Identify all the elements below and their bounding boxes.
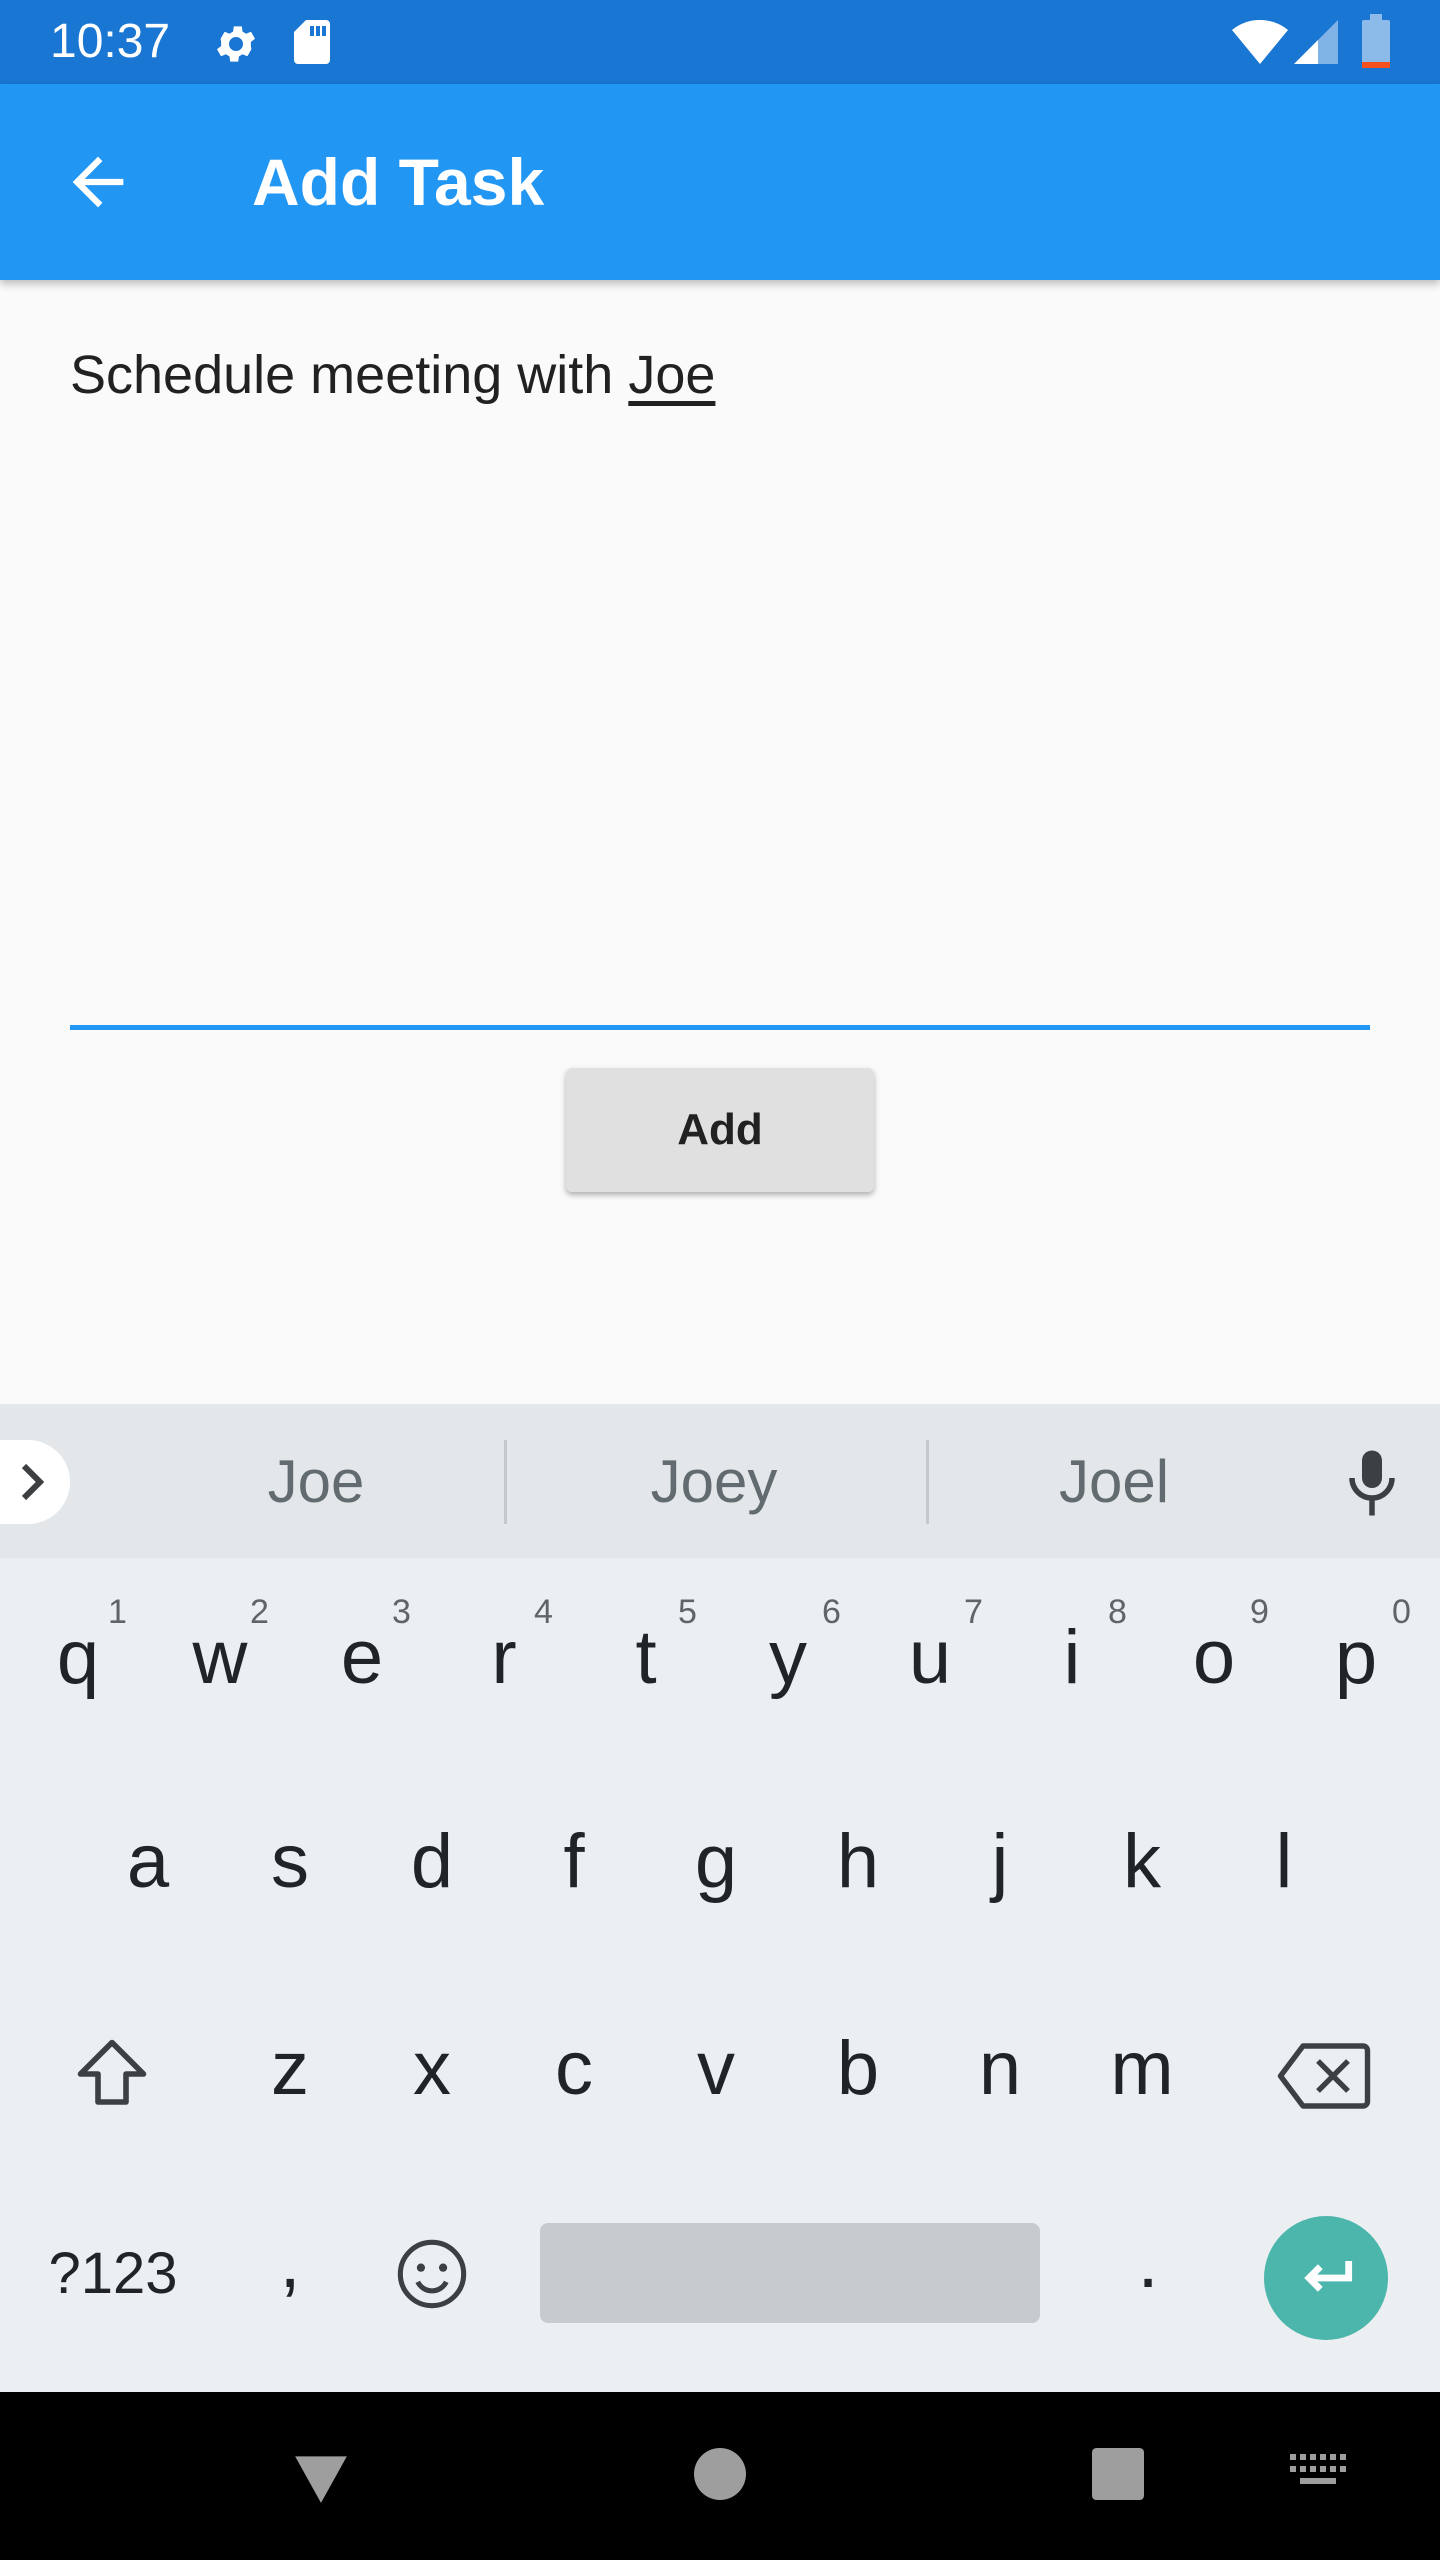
enter-arrow-icon — [1304, 2261, 1353, 2292]
enter-button[interactable] — [1264, 2216, 1388, 2340]
key-c[interactable]: c — [504, 2019, 644, 2119]
back-arrow-icon[interactable] — [60, 144, 136, 220]
suggestion-divider — [926, 1440, 929, 1524]
wifi-icon — [1232, 20, 1288, 64]
suggestion-strip: Joe Joey Joel — [0, 1404, 1440, 1558]
status-time: 10:37 — [50, 15, 171, 68]
key-a[interactable]: a — [78, 1812, 218, 1912]
key-b[interactable]: b — [788, 2019, 928, 2119]
cell-signal-icon — [1294, 20, 1338, 64]
suggestion-3[interactable]: Joel — [994, 1444, 1234, 1520]
key-period[interactable]: . — [1078, 2212, 1218, 2312]
task-text-prefix: Schedule meeting with — [70, 345, 629, 405]
task-text-value[interactable]: Schedule meeting with Joe — [70, 340, 715, 410]
symbols-key[interactable]: ?123 — [18, 2224, 208, 2324]
suggestion-2[interactable]: Joey — [594, 1444, 834, 1520]
key-v[interactable]: v — [646, 2019, 786, 2119]
key-hint-8: 8 — [1108, 1593, 1127, 1631]
expand-toolbar-button[interactable] — [0, 1440, 70, 1524]
key-m[interactable]: m — [1072, 2019, 1212, 2119]
navigation-bar — [0, 2392, 1440, 2560]
sd-card-icon — [294, 20, 330, 64]
shift-icon[interactable] — [70, 2032, 154, 2116]
key-d[interactable]: d — [362, 1812, 502, 1912]
key-hint-1: 1 — [108, 1593, 127, 1631]
key-g[interactable]: g — [646, 1812, 786, 1912]
key-hint-7: 7 — [964, 1593, 983, 1631]
task-text-composing-word: Joe — [628, 345, 716, 405]
chevron-right-icon — [21, 1463, 45, 1501]
key-hint-6: 6 — [822, 1593, 841, 1631]
key-j[interactable]: j — [930, 1812, 1070, 1912]
key-s[interactable]: s — [220, 1812, 360, 1912]
app-bar: Add Task — [0, 84, 1440, 280]
key-hint-5: 5 — [678, 1593, 697, 1631]
nav-recents-icon[interactable] — [1092, 2448, 1144, 2500]
battery-icon — [1362, 14, 1390, 68]
key-k[interactable]: k — [1072, 1812, 1212, 1912]
key-l[interactable]: l — [1214, 1812, 1354, 1912]
key-w[interactable]: w — [150, 1608, 290, 1708]
nav-back-icon[interactable] — [290, 2446, 352, 2508]
key-h[interactable]: h — [788, 1812, 928, 1912]
settings-icon — [217, 26, 255, 62]
soft-keyboard: Joe Joey Joel q w e r t y u i o p 1 2 3 … — [0, 1404, 1440, 2392]
key-f[interactable]: f — [504, 1812, 644, 1912]
microphone-icon[interactable] — [1340, 1448, 1404, 1518]
nav-home-icon[interactable] — [694, 2448, 746, 2500]
emoji-icon[interactable] — [394, 2236, 470, 2312]
key-hint-4: 4 — [534, 1593, 553, 1631]
key-comma[interactable]: , — [220, 2212, 360, 2312]
input-underline — [70, 1025, 1370, 1030]
key-hint-2: 2 — [250, 1593, 269, 1631]
key-e[interactable]: e — [292, 1608, 432, 1708]
key-z[interactable]: z — [220, 2019, 360, 2119]
key-x[interactable]: x — [362, 2019, 502, 2119]
task-text-input[interactable]: Schedule meeting with Joe — [70, 330, 1370, 1030]
space-bar[interactable] — [540, 2223, 1040, 2323]
status-bar: 10:37 — [0, 0, 1440, 84]
key-hint-3: 3 — [392, 1593, 411, 1631]
add-button[interactable]: Add — [566, 1068, 874, 1192]
backspace-icon[interactable] — [1276, 2040, 1372, 2112]
key-q[interactable]: q — [8, 1608, 148, 1708]
keyboard-switch-icon[interactable] — [1290, 2454, 1348, 2494]
key-r[interactable]: r — [434, 1608, 574, 1708]
page-title: Add Task — [252, 145, 545, 219]
key-n[interactable]: n — [930, 2019, 1070, 2119]
key-hint-0: 0 — [1392, 1593, 1411, 1631]
key-hint-9: 9 — [1250, 1593, 1269, 1631]
suggestion-divider — [504, 1440, 507, 1524]
suggestion-1[interactable]: Joe — [196, 1444, 436, 1520]
